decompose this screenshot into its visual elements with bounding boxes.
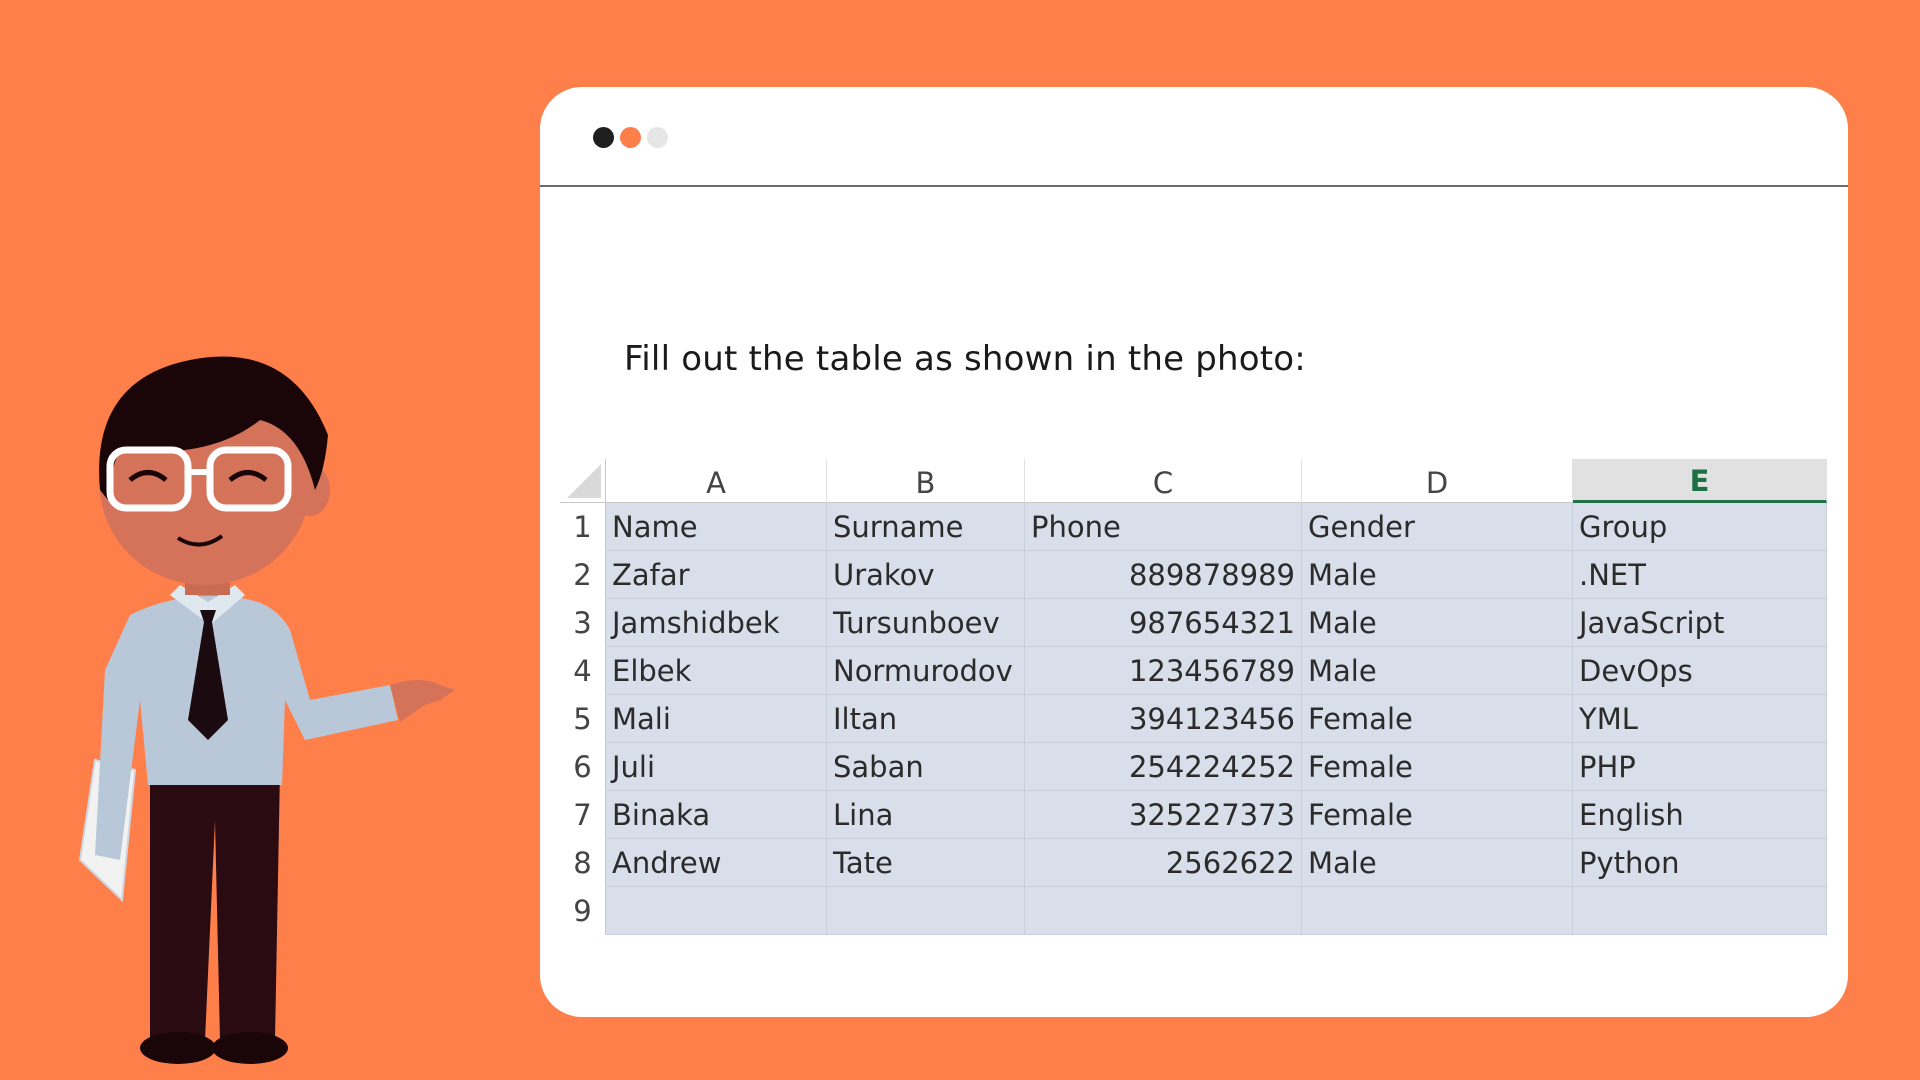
row-header-9[interactable]: 9 (560, 887, 606, 935)
cell-a6[interactable]: Juli (606, 743, 827, 791)
cell-c7[interactable]: 325227373 (1025, 791, 1302, 839)
cell-a9[interactable] (606, 887, 827, 935)
cell-b8[interactable]: Tate (827, 839, 1025, 887)
cell-e3[interactable]: JavaScript (1573, 599, 1827, 647)
cell-d6[interactable]: Female (1302, 743, 1573, 791)
cell-d7[interactable]: Female (1302, 791, 1573, 839)
cell-b9[interactable] (827, 887, 1025, 935)
cell-e4[interactable]: DevOps (1573, 647, 1827, 695)
cell-e6[interactable]: PHP (1573, 743, 1827, 791)
window-dot-light (647, 127, 668, 148)
instruction-text: Fill out the table as shown in the photo… (624, 339, 1306, 379)
cell-b5[interactable]: Iltan (827, 695, 1025, 743)
window-dot-dark (593, 127, 614, 148)
presenter-illustration (78, 356, 455, 1064)
cell-a7[interactable]: Binaka (606, 791, 827, 839)
row-header-8[interactable]: 8 (560, 839, 606, 887)
cell-a4[interactable]: Elbek (606, 647, 827, 695)
cell-b1[interactable]: Surname (827, 503, 1025, 551)
cell-d2[interactable]: Male (1302, 551, 1573, 599)
cell-b3[interactable]: Tursunboev (827, 599, 1025, 647)
cell-a2[interactable]: Zafar (606, 551, 827, 599)
cell-a3[interactable]: Jamshidbek (606, 599, 827, 647)
row-header-6[interactable]: 6 (560, 743, 606, 791)
cell-b2[interactable]: Urakov (827, 551, 1025, 599)
cell-c2[interactable]: 889878989 (1025, 551, 1302, 599)
cell-d8[interactable]: Male (1302, 839, 1573, 887)
cell-d1[interactable]: Gender (1302, 503, 1573, 551)
cell-e9[interactable] (1573, 887, 1827, 935)
window-titlebar (540, 87, 1848, 187)
select-all-corner[interactable] (560, 459, 606, 503)
row-header-1[interactable]: 1 (560, 503, 606, 551)
cell-e2[interactable]: .NET (1573, 551, 1827, 599)
row-header-7[interactable]: 7 (560, 791, 606, 839)
cell-c1[interactable]: Phone (1025, 503, 1302, 551)
row-header-5[interactable]: 5 (560, 695, 606, 743)
cell-e7[interactable]: English (1573, 791, 1827, 839)
cell-d9[interactable] (1302, 887, 1573, 935)
column-header-c[interactable]: C (1025, 459, 1302, 503)
cell-c4[interactable]: 123456789 (1025, 647, 1302, 695)
cell-d3[interactable]: Male (1302, 599, 1573, 647)
cell-a5[interactable]: Mali (606, 695, 827, 743)
cell-c9[interactable] (1025, 887, 1302, 935)
row-header-2[interactable]: 2 (560, 551, 606, 599)
column-header-a[interactable]: A (606, 459, 827, 503)
cell-c8[interactable]: 2562622 (1025, 839, 1302, 887)
cell-e8[interactable]: Python (1573, 839, 1827, 887)
content-window: Fill out the table as shown in the photo… (540, 87, 1848, 1017)
cell-d5[interactable]: Female (1302, 695, 1573, 743)
cell-a1[interactable]: Name (606, 503, 827, 551)
cell-c3[interactable]: 987654321 (1025, 599, 1302, 647)
row-header-3[interactable]: 3 (560, 599, 606, 647)
cell-e5[interactable]: YML (1573, 695, 1827, 743)
row-header-4[interactable]: 4 (560, 647, 606, 695)
cell-b6[interactable]: Saban (827, 743, 1025, 791)
window-dot-orange (620, 127, 641, 148)
cell-d4[interactable]: Male (1302, 647, 1573, 695)
cell-c5[interactable]: 394123456 (1025, 695, 1302, 743)
cell-b7[interactable]: Lina (827, 791, 1025, 839)
cell-b4[interactable]: Normurodov (827, 647, 1025, 695)
spreadsheet-grid: A B C D E 1 Name Surname Phone Gender Group 2 Zafar U… (560, 459, 1827, 935)
column-header-e[interactable]: E (1573, 459, 1827, 503)
cell-a8[interactable]: Andrew (606, 839, 827, 887)
cell-e1[interactable]: Group (1573, 503, 1827, 551)
column-header-b[interactable]: B (827, 459, 1025, 503)
column-header-d[interactable]: D (1302, 459, 1573, 503)
cell-c6[interactable]: 254224252 (1025, 743, 1302, 791)
